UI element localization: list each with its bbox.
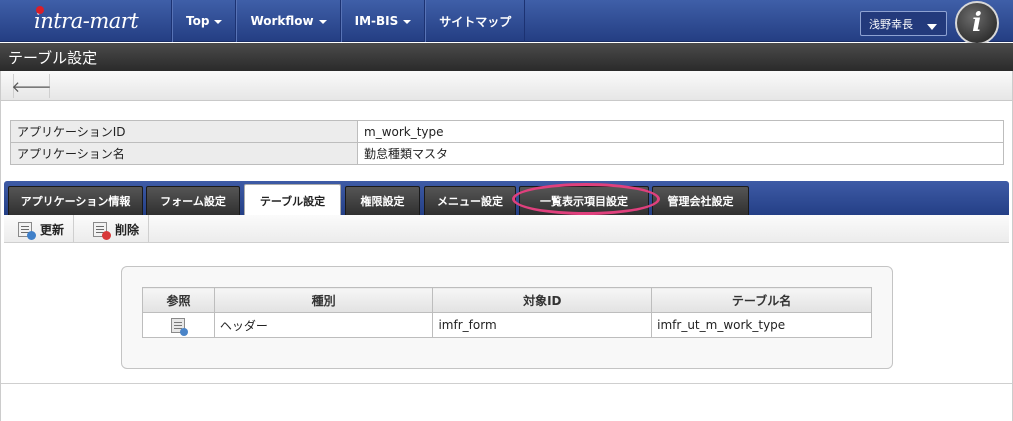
- table-row: アプリケーション名 勤怠種類マスタ: [10, 142, 1004, 165]
- nav-item-top[interactable]: Top: [172, 0, 237, 42]
- caret-down-icon: [403, 20, 412, 24]
- table-header-row: 参照 種別 対象ID テーブル名: [142, 287, 872, 313]
- table-list-grid: 参照 種別 対象ID テーブル名 ヘッダー imfr_form imfr_ut_…: [142, 287, 872, 338]
- reference-cell[interactable]: [142, 312, 215, 338]
- target-id-cell: imfr_form: [432, 312, 653, 338]
- info-value: m_work_type: [357, 120, 1004, 143]
- info-value: 勤怠種類マスタ: [357, 142, 1004, 165]
- delete-button[interactable]: 削除: [84, 215, 150, 243]
- logo[interactable]: intra-mart: [0, 0, 172, 42]
- user-menu-button[interactable]: 浅野幸長: [860, 11, 947, 36]
- kind-cell: ヘッダー: [213, 312, 434, 338]
- document-icon[interactable]: [171, 317, 189, 336]
- column-header-table-name: テーブル名: [651, 287, 872, 313]
- caret-down-icon: [927, 24, 937, 30]
- main-nav: Top Workflow IM-BIS サイトマップ: [172, 0, 526, 42]
- info-key: アプリケーションID: [10, 120, 358, 143]
- nav-item-label: Workflow: [250, 14, 314, 28]
- back-button[interactable]: 🡐: [11, 74, 52, 98]
- tab-menu-settings[interactable]: メニュー設定: [424, 186, 516, 215]
- column-header-ref: 参照: [142, 287, 215, 313]
- tab-form-settings[interactable]: フォーム設定: [146, 186, 240, 215]
- column-header-target-id: 対象ID: [432, 287, 653, 313]
- column-header-kind: 種別: [213, 287, 434, 313]
- delete-icon: [93, 221, 111, 240]
- avatar[interactable]: i: [955, 1, 999, 45]
- nav-item-workflow[interactable]: Workflow: [236, 0, 341, 42]
- nav-item-sitemap[interactable]: サイトマップ: [425, 0, 526, 42]
- logo-text: intra-mart: [34, 9, 139, 33]
- action-bar: 更新 削除: [4, 215, 1009, 243]
- caret-down-icon: [318, 20, 327, 24]
- page-title: テーブル設定: [8, 48, 98, 67]
- user-name: 浅野幸長: [869, 17, 913, 31]
- update-label: 更新: [40, 222, 65, 237]
- highlight-ellipse: [512, 183, 660, 215]
- tab-application-info[interactable]: アプリケーション情報: [8, 186, 143, 215]
- top-navbar: intra-mart Top Workflow IM-BIS サイトマップ 浅野…: [0, 0, 1013, 45]
- table-row: ヘッダー imfr_form imfr_ut_m_work_type: [142, 312, 872, 338]
- table-row: アプリケーションID m_work_type: [10, 120, 1004, 143]
- nav-item-im-bis[interactable]: IM-BIS: [340, 0, 426, 42]
- delete-label: 削除: [115, 222, 140, 237]
- nav-item-label: サイトマップ: [439, 14, 512, 29]
- update-icon: [18, 221, 36, 240]
- table-name-cell: imfr_ut_m_work_type: [651, 312, 872, 338]
- tab-table-settings[interactable]: テーブル設定: [244, 184, 341, 216]
- page-toolbar: 🡐: [0, 71, 1013, 101]
- update-button[interactable]: 更新: [9, 215, 75, 243]
- application-info-table: アプリケーションID m_work_type アプリケーション名 勤怠種類マスタ: [10, 120, 1004, 165]
- nav-item-label: Top: [186, 14, 210, 28]
- logo-dot-icon: [36, 6, 44, 14]
- page-title-bar: テーブル設定: [0, 43, 1013, 71]
- tab-permission-settings[interactable]: 権限設定: [345, 186, 420, 215]
- info-key: アプリケーション名: [10, 142, 358, 165]
- tab-management-company-settings[interactable]: 管理会社設定: [652, 186, 749, 215]
- caret-down-icon: [214, 20, 223, 24]
- bottom-divider: [1, 383, 1012, 384]
- arrow-left-icon: 🡐: [11, 77, 52, 96]
- nav-item-label: IM-BIS: [354, 14, 399, 28]
- avatar-letter: i: [972, 8, 982, 38]
